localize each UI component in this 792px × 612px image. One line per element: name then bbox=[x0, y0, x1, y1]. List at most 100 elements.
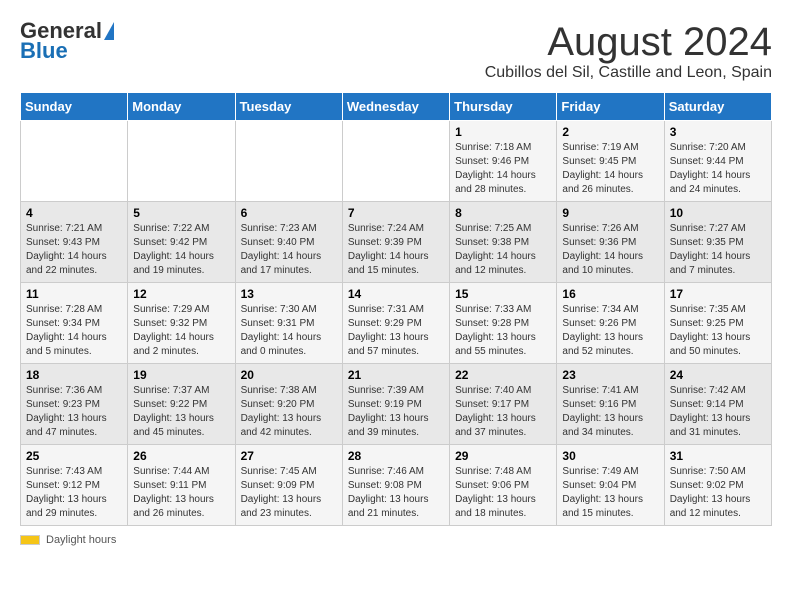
calendar-week-3: 11 Sunrise: 7:28 AMSunset: 9:34 PMDayligh… bbox=[21, 283, 772, 364]
day-info: Sunrise: 7:27 AMSunset: 9:35 PMDaylight:… bbox=[670, 222, 766, 278]
day-info: Sunrise: 7:50 AMSunset: 9:02 PMDaylight:… bbox=[670, 465, 766, 521]
day-info: Sunrise: 7:19 AMSunset: 9:45 PMDaylight:… bbox=[562, 141, 658, 197]
day-info: Sunrise: 7:18 AMSunset: 9:46 PMDaylight:… bbox=[455, 141, 551, 197]
day-number: 20 bbox=[241, 368, 337, 382]
day-info: Sunrise: 7:44 AMSunset: 9:11 PMDaylight:… bbox=[133, 465, 229, 521]
logo-triangle-icon bbox=[104, 22, 114, 40]
day-number: 8 bbox=[455, 206, 551, 220]
day-info: Sunrise: 7:43 AMSunset: 9:12 PMDaylight:… bbox=[26, 465, 122, 521]
col-monday: Monday bbox=[128, 93, 235, 121]
day-info: Sunrise: 7:36 AMSunset: 9:23 PMDaylight:… bbox=[26, 384, 122, 440]
day-number: 2 bbox=[562, 125, 658, 139]
table-row: 24 Sunrise: 7:42 AMSunset: 9:14 PMDayligh… bbox=[664, 364, 771, 445]
col-saturday: Saturday bbox=[664, 93, 771, 121]
table-row: 26Sunrise: 7:44 AMSunset: 9:11 PMDayligh… bbox=[128, 445, 235, 526]
table-row: 27 Sunrise: 7:45 AMSunset: 9:09 PMDayligh… bbox=[235, 445, 342, 526]
daylight-label: Daylight hours bbox=[46, 534, 116, 546]
day-info: Sunrise: 7:22 AMSunset: 9:42 PMDaylight:… bbox=[133, 222, 229, 278]
table-row: 29 Sunrise: 7:48 AMSunset: 9:06 PMDayligh… bbox=[450, 445, 557, 526]
day-number: 23 bbox=[562, 368, 658, 382]
day-info: Sunrise: 7:38 AMSunset: 9:20 PMDaylight:… bbox=[241, 384, 337, 440]
table-row: 10 Sunrise: 7:27 AMSunset: 9:35 PMDayligh… bbox=[664, 202, 771, 283]
day-number: 29 bbox=[455, 449, 551, 463]
table-row bbox=[342, 121, 449, 202]
table-row: 22 Sunrise: 7:40 AMSunset: 9:17 PMDayligh… bbox=[450, 364, 557, 445]
day-info: Sunrise: 7:45 AMSunset: 9:09 PMDaylight:… bbox=[241, 465, 337, 521]
table-row: 8 Sunrise: 7:25 AMSunset: 9:38 PMDaylight… bbox=[450, 202, 557, 283]
day-info: Sunrise: 7:35 AMSunset: 9:25 PMDaylight:… bbox=[670, 303, 766, 359]
day-info: Sunrise: 7:25 AMSunset: 9:38 PMDaylight:… bbox=[455, 222, 551, 278]
calendar-week-5: 25 Sunrise: 7:43 AMSunset: 9:12 PMDayligh… bbox=[21, 445, 772, 526]
day-info: Sunrise: 7:39 AMSunset: 9:19 PMDaylight:… bbox=[348, 384, 444, 440]
table-row: 15Sunrise: 7:33 AMSunset: 9:28 PMDayligh… bbox=[450, 283, 557, 364]
day-number: 14 bbox=[348, 287, 444, 301]
table-row: 17 Sunrise: 7:35 AMSunset: 9:25 PMDayligh… bbox=[664, 283, 771, 364]
day-info: Sunrise: 7:24 AMSunset: 9:39 PMDaylight:… bbox=[348, 222, 444, 278]
day-info: Sunrise: 7:41 AMSunset: 9:16 PMDaylight:… bbox=[562, 384, 658, 440]
main-title: August 2024 bbox=[485, 20, 772, 64]
table-row bbox=[235, 121, 342, 202]
day-number: 25 bbox=[26, 449, 122, 463]
day-info: Sunrise: 7:37 AMSunset: 9:22 PMDaylight:… bbox=[133, 384, 229, 440]
day-number: 9 bbox=[562, 206, 658, 220]
page-header: General Blue August 2024 Cubillos del Si… bbox=[20, 20, 772, 82]
day-number: 31 bbox=[670, 449, 766, 463]
day-number: 15 bbox=[455, 287, 551, 301]
day-info: Sunrise: 7:30 AMSunset: 9:31 PMDaylight:… bbox=[241, 303, 337, 359]
table-row: 28 Sunrise: 7:46 AMSunset: 9:08 PMDayligh… bbox=[342, 445, 449, 526]
table-row: 23 Sunrise: 7:41 AMSunset: 9:16 PMDayligh… bbox=[557, 364, 664, 445]
day-info: Sunrise: 7:49 AMSunset: 9:04 PMDaylight:… bbox=[562, 465, 658, 521]
day-info: Sunrise: 7:40 AMSunset: 9:17 PMDaylight:… bbox=[455, 384, 551, 440]
day-info: Sunrise: 7:48 AMSunset: 9:06 PMDaylight:… bbox=[455, 465, 551, 521]
subtitle: Cubillos del Sil, Castille and Leon, Spa… bbox=[485, 64, 772, 82]
table-row: 21 Sunrise: 7:39 AMSunset: 9:19 PMDayligh… bbox=[342, 364, 449, 445]
day-number: 22 bbox=[455, 368, 551, 382]
table-row: 2 Sunrise: 7:19 AMSunset: 9:45 PMDaylight… bbox=[557, 121, 664, 202]
day-number: 28 bbox=[348, 449, 444, 463]
table-row: 3Sunrise: 7:20 AMSunset: 9:44 PMDaylight… bbox=[664, 121, 771, 202]
day-number: 10 bbox=[670, 206, 766, 220]
table-row: 9 Sunrise: 7:26 AMSunset: 9:36 PMDaylight… bbox=[557, 202, 664, 283]
day-number: 11 bbox=[26, 287, 122, 301]
calendar-table: Sunday Monday Tuesday Wednesday Thursday… bbox=[20, 92, 772, 526]
calendar-week-1: 1 Sunrise: 7:18 AMSunset: 9:46 PMDaylight… bbox=[21, 121, 772, 202]
day-info: Sunrise: 7:42 AMSunset: 9:14 PMDaylight:… bbox=[670, 384, 766, 440]
title-section: August 2024 Cubillos del Sil, Castille a… bbox=[485, 20, 772, 82]
col-friday: Friday bbox=[557, 93, 664, 121]
day-number: 24 bbox=[670, 368, 766, 382]
day-number: 17 bbox=[670, 287, 766, 301]
table-row: 5 Sunrise: 7:22 AMSunset: 9:42 PMDaylight… bbox=[128, 202, 235, 283]
day-number: 27 bbox=[241, 449, 337, 463]
day-info: Sunrise: 7:28 AMSunset: 9:34 PMDaylight:… bbox=[26, 303, 122, 359]
table-row: 6 Sunrise: 7:23 AMSunset: 9:40 PMDaylight… bbox=[235, 202, 342, 283]
day-number: 5 bbox=[133, 206, 229, 220]
day-info: Sunrise: 7:23 AMSunset: 9:40 PMDaylight:… bbox=[241, 222, 337, 278]
calendar-header-row: Sunday Monday Tuesday Wednesday Thursday… bbox=[21, 93, 772, 121]
table-row: 31 Sunrise: 7:50 AMSunset: 9:02 PMDayligh… bbox=[664, 445, 771, 526]
table-row: 12Sunrise: 7:29 AMSunset: 9:32 PMDayligh… bbox=[128, 283, 235, 364]
day-number: 7 bbox=[348, 206, 444, 220]
table-row: 20 Sunrise: 7:38 AMSunset: 9:20 PMDayligh… bbox=[235, 364, 342, 445]
day-info: Sunrise: 7:26 AMSunset: 9:36 PMDaylight:… bbox=[562, 222, 658, 278]
day-info: Sunrise: 7:34 AMSunset: 9:26 PMDaylight:… bbox=[562, 303, 658, 359]
day-number: 21 bbox=[348, 368, 444, 382]
day-number: 1 bbox=[455, 125, 551, 139]
day-info: Sunrise: 7:46 AMSunset: 9:08 PMDaylight:… bbox=[348, 465, 444, 521]
calendar-week-2: 4Sunrise: 7:21 AMSunset: 9:43 PMDaylight… bbox=[21, 202, 772, 283]
day-number: 30 bbox=[562, 449, 658, 463]
table-row: 19Sunrise: 7:37 AMSunset: 9:22 PMDayligh… bbox=[128, 364, 235, 445]
col-tuesday: Tuesday bbox=[235, 93, 342, 121]
table-row: 7 Sunrise: 7:24 AMSunset: 9:39 PMDaylight… bbox=[342, 202, 449, 283]
footer-note: Daylight hours bbox=[20, 534, 772, 546]
table-row: 25 Sunrise: 7:43 AMSunset: 9:12 PMDayligh… bbox=[21, 445, 128, 526]
table-row bbox=[128, 121, 235, 202]
day-info: Sunrise: 7:21 AMSunset: 9:43 PMDaylight:… bbox=[26, 222, 122, 278]
day-info: Sunrise: 7:29 AMSunset: 9:32 PMDaylight:… bbox=[133, 303, 229, 359]
table-row: 30 Sunrise: 7:49 AMSunset: 9:04 PMDayligh… bbox=[557, 445, 664, 526]
day-number: 6 bbox=[241, 206, 337, 220]
table-row: 14Sunrise: 7:31 AMSunset: 9:29 PMDayligh… bbox=[342, 283, 449, 364]
table-row: 18Sunrise: 7:36 AMSunset: 9:23 PMDayligh… bbox=[21, 364, 128, 445]
table-row: 1 Sunrise: 7:18 AMSunset: 9:46 PMDaylight… bbox=[450, 121, 557, 202]
table-row: 16Sunrise: 7:34 AMSunset: 9:26 PMDayligh… bbox=[557, 283, 664, 364]
daylight-bar-icon bbox=[20, 535, 40, 545]
